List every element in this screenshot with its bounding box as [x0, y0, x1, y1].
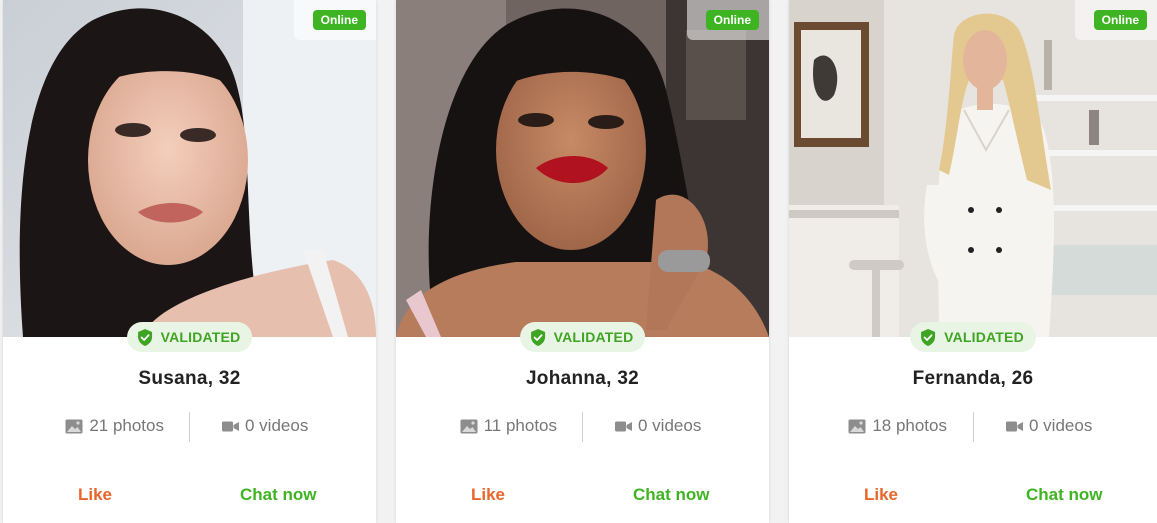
photos-count-label: 21 photos: [89, 416, 164, 435]
validated-badge: VALIDATED: [519, 322, 646, 352]
online-badge-container: Online: [294, 0, 376, 40]
shield-check-icon: [921, 328, 936, 346]
photos-count-label: 11 photos: [483, 416, 557, 435]
profile-name-age[interactable]: Susana, 32: [3, 368, 376, 390]
profile-stats: 18 photos 0 videos: [789, 412, 1157, 442]
online-badge: Online: [1093, 10, 1147, 30]
like-button[interactable]: Like: [864, 485, 898, 505]
image-icon: [848, 419, 866, 433]
like-button[interactable]: Like: [471, 485, 505, 505]
image-icon: [65, 419, 83, 433]
like-button[interactable]: Like: [78, 485, 112, 505]
online-badge-container: Online: [687, 0, 769, 40]
videos-count-label: 0 videos: [245, 416, 309, 435]
validated-label: VALIDATED: [553, 329, 634, 345]
shield-check-icon: [137, 328, 152, 346]
online-badge: Online: [705, 10, 759, 30]
profile-name-age[interactable]: Fernanda, 26: [789, 368, 1157, 390]
validated-badge: VALIDATED: [126, 322, 253, 352]
profile-photo[interactable]: [789, 0, 1157, 337]
shield-check-icon: [530, 328, 545, 346]
video-camera-icon: [222, 421, 239, 431]
photos-count: 11 photos: [460, 416, 557, 436]
videos-count: 0 videos: [1006, 416, 1092, 436]
validated-label: VALIDATED: [160, 329, 241, 345]
profile-photo[interactable]: [3, 0, 376, 337]
stats-divider: [973, 412, 974, 442]
chat-now-button[interactable]: Chat now: [1026, 485, 1103, 505]
stats-divider: [582, 412, 583, 442]
image-icon: [460, 419, 478, 433]
online-badge-container: Online: [1075, 0, 1157, 40]
photos-count-label: 18 photos: [872, 416, 947, 435]
videos-count: 0 videos: [222, 416, 308, 436]
video-camera-icon: [615, 421, 632, 431]
profile-photo[interactable]: [396, 0, 769, 337]
chat-now-button[interactable]: Chat now: [633, 485, 710, 505]
profile-card[interactable]: Online VALIDATED Johanna, 32 11 photos 0…: [396, 0, 769, 523]
videos-count-label: 0 videos: [1029, 416, 1093, 435]
profile-stats: 11 photos 0 videos: [396, 412, 769, 442]
photos-count: 18 photos: [848, 416, 947, 436]
videos-count-label: 0 videos: [638, 416, 702, 435]
profile-name-age[interactable]: Johanna, 32: [396, 368, 769, 390]
validated-label: VALIDATED: [944, 329, 1024, 345]
profile-card[interactable]: Online VALIDATED Fernanda, 26 18 photos: [789, 0, 1157, 523]
profile-actions: Like Chat now: [3, 485, 376, 511]
validated-badge: VALIDATED: [910, 322, 1036, 352]
video-camera-icon: [1006, 421, 1023, 431]
online-badge: Online: [312, 10, 366, 30]
profile-stats: 21 photos 0 videos: [3, 412, 376, 442]
photos-count: 21 photos: [65, 416, 164, 436]
videos-count: 0 videos: [615, 416, 701, 436]
profile-actions: Like Chat now: [789, 485, 1157, 511]
profile-grid: Online VALIDATED Susana, 32 21 photos 0 …: [0, 0, 1157, 523]
stats-divider: [189, 412, 190, 442]
profile-actions: Like Chat now: [396, 485, 769, 511]
chat-now-button[interactable]: Chat now: [240, 485, 317, 505]
profile-card[interactable]: Online VALIDATED Susana, 32 21 photos 0 …: [3, 0, 376, 523]
